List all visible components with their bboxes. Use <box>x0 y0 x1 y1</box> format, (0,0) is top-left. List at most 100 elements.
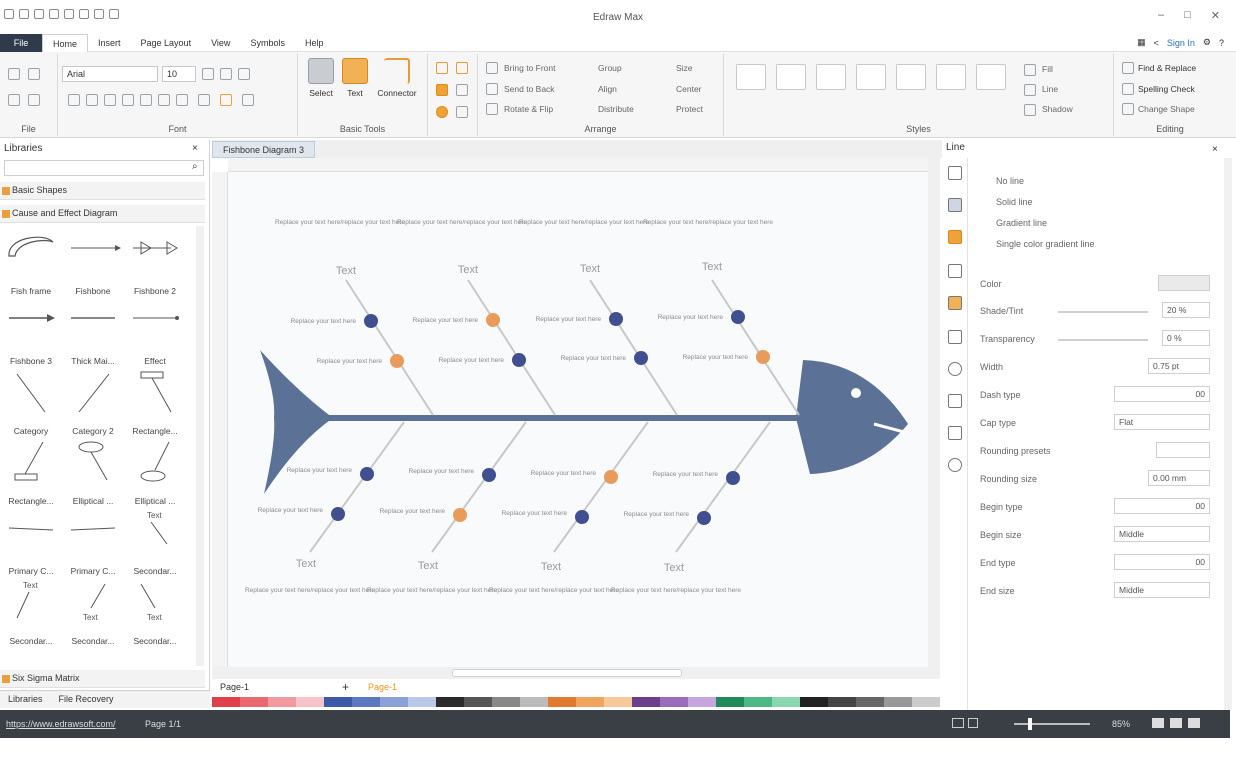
bullets-icon[interactable] <box>238 68 250 80</box>
shape-fishbone-2[interactable]: Fishbone 2 <box>124 228 186 298</box>
distribute-button[interactable]: Distribute <box>598 104 634 114</box>
category-label[interactable]: Text <box>664 562 684 574</box>
menu-insert[interactable]: Insert <box>88 34 131 52</box>
color-swatch[interactable] <box>884 697 912 707</box>
italic-icon[interactable] <box>86 94 98 106</box>
superscript-icon[interactable] <box>158 94 170 106</box>
begin-type-select[interactable]: 00 <box>1114 498 1210 514</box>
cause-node[interactable] <box>609 312 623 326</box>
section-basic-shapes[interactable]: Basic Shapes <box>0 182 205 200</box>
select-button[interactable]: Select <box>304 58 338 98</box>
present-icon[interactable] <box>1170 718 1182 728</box>
category-desc[interactable]: Replace your text here/replace your text… <box>245 587 375 594</box>
category-desc[interactable]: Replace your text here/replace your text… <box>489 587 619 594</box>
color-swatch[interactable] <box>464 697 492 707</box>
category-label[interactable]: Text <box>702 261 722 273</box>
shape-secondary-cause[interactable]: Text Secondar... <box>124 508 186 578</box>
shape-thick-main[interactable]: Thick Mai... <box>62 298 124 368</box>
close-panel-icon[interactable]: × <box>192 143 198 154</box>
curve-icon[interactable] <box>456 62 468 74</box>
fit-width-icon[interactable] <box>968 718 978 728</box>
category-desc[interactable]: Replace your text here/replace your text… <box>643 219 773 226</box>
drawing-canvas[interactable]: Replace your text here/replace your text… <box>228 172 928 667</box>
font-color-icon[interactable] <box>242 94 254 106</box>
shrink-font-icon[interactable] <box>220 68 232 80</box>
zoom-thumb[interactable] <box>1028 718 1032 730</box>
bring-to-front-button[interactable]: Bring to Front <box>504 63 556 73</box>
shape-fish-frame[interactable]: Fish frame <box>0 228 62 298</box>
color-swatch[interactable] <box>744 697 772 707</box>
color-swatch[interactable] <box>408 697 436 707</box>
style-swatch[interactable] <box>896 64 926 90</box>
change-shape-button[interactable]: Change Shape <box>1138 104 1195 114</box>
shape-primary-cause-2[interactable]: Primary C... <box>62 508 124 578</box>
section-cause-effect[interactable]: Cause and Effect Diagram <box>0 205 205 223</box>
category-desc[interactable]: Replace your text here/replace your text… <box>611 587 741 594</box>
cause-label[interactable]: Replace your text here <box>413 317 479 324</box>
cause-label[interactable]: Replace your text here <box>258 507 324 514</box>
shape-category-2[interactable]: Category 2 <box>62 368 124 438</box>
rounding-presets-select[interactable] <box>1156 442 1210 458</box>
fishbone-diagram[interactable]: Replace your text here/replace your text… <box>228 172 928 667</box>
cause-node[interactable] <box>331 507 345 521</box>
font-name-select[interactable]: Arial <box>62 66 158 82</box>
underline-icon[interactable] <box>104 94 116 106</box>
crop-icon[interactable] <box>456 106 468 118</box>
cause-node[interactable] <box>697 511 711 525</box>
menu-symbols[interactable]: Symbols <box>240 34 295 52</box>
zoom-level[interactable]: 85% <box>1112 719 1130 729</box>
color-swatch[interactable] <box>828 697 856 707</box>
shape-rectangle-2[interactable]: Rectangle... <box>0 438 62 508</box>
category-desc[interactable]: Replace your text here/replace your text… <box>367 587 497 594</box>
cause-node[interactable] <box>364 314 378 328</box>
cause-node[interactable] <box>482 468 496 482</box>
cause-label[interactable]: Replace your text here <box>409 468 475 475</box>
website-link[interactable]: https://www.edrawsoft.com/ <box>6 719 116 729</box>
fill-button[interactable]: Fill <box>1042 64 1053 74</box>
help-icon[interactable]: ? <box>1219 38 1224 48</box>
shape-fill-icon[interactable] <box>436 84 448 96</box>
search-icon[interactable]: ⌕ <box>192 161 198 172</box>
tab-libraries[interactable]: Libraries <box>0 691 51 708</box>
fish-head[interactable] <box>796 360 908 474</box>
category-desc[interactable]: Replace your text here/replace your text… <box>519 219 649 226</box>
align-icon[interactable] <box>176 94 188 106</box>
presentation-icon[interactable]: ▦ <box>1137 37 1146 48</box>
cause-label[interactable]: Replace your text here <box>536 316 602 323</box>
props-scrollbar[interactable] <box>1224 158 1232 710</box>
style-swatch[interactable] <box>736 64 766 90</box>
shape-primary-cause[interactable]: Primary C... <box>0 508 62 578</box>
style-swatch[interactable] <box>816 64 846 90</box>
color-swatch[interactable] <box>212 697 240 707</box>
shape-category[interactable]: Category <box>0 368 62 438</box>
delete-icon[interactable] <box>456 84 468 96</box>
cause-node[interactable] <box>575 510 589 524</box>
color-swatch[interactable] <box>492 697 520 707</box>
fill-icon[interactable] <box>1024 64 1036 76</box>
connector-button[interactable]: Connector <box>374 58 420 98</box>
fill-panel-icon[interactable] <box>948 166 962 180</box>
style-swatch[interactable] <box>976 64 1006 90</box>
end-size-select[interactable]: Middle <box>1114 582 1210 598</box>
category-bone[interactable] <box>553 421 649 553</box>
category-label[interactable]: Text <box>458 264 478 276</box>
cause-label[interactable]: Replace your text here <box>317 358 383 365</box>
option-gradient-line[interactable]: Gradient line <box>996 218 1047 228</box>
category-bone[interactable] <box>467 279 556 416</box>
cause-node[interactable] <box>512 353 526 367</box>
color-swatch[interactable] <box>604 697 632 707</box>
add-page-icon[interactable]: + <box>342 680 349 694</box>
color-swatch[interactable] <box>912 697 940 707</box>
shape-fishbone[interactable]: Fishbone <box>62 228 124 298</box>
cause-node[interactable] <box>390 354 404 368</box>
image-panel-icon[interactable] <box>948 264 962 278</box>
view-icon[interactable] <box>1188 718 1200 728</box>
color-swatch[interactable] <box>324 697 352 707</box>
fullscreen-icon[interactable] <box>1152 718 1164 728</box>
color-swatch[interactable] <box>716 697 744 707</box>
sign-in-link[interactable]: Sign In <box>1167 38 1195 48</box>
color-swatch[interactable] <box>296 697 324 707</box>
category-label[interactable]: Text <box>296 558 316 570</box>
rounding-size-value[interactable]: 0.00 mm <box>1148 470 1210 486</box>
style-swatch[interactable] <box>936 64 966 90</box>
